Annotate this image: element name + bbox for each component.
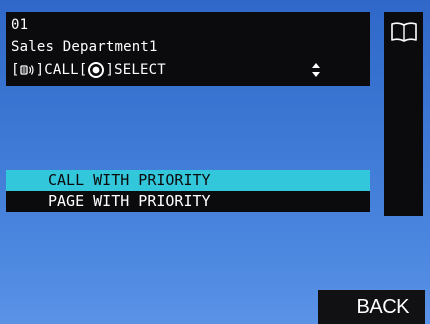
bracket-open-2: [: [78, 62, 88, 78]
select-hint-label: SELECT: [114, 62, 166, 78]
menu-item-call-with-priority[interactable]: CALL WITH PRIORITY: [6, 170, 370, 191]
bracket-close-2: ]: [105, 62, 115, 78]
screen: 01 Sales Department1 [ ] CALL [] SELECT…: [0, 0, 430, 324]
up-down-arrows-icon: [311, 63, 321, 80]
key-hint-line: [ ] CALL [ ] SELECT: [11, 61, 166, 79]
target-icon: [87, 62, 105, 78]
entry-number: 01: [11, 17, 29, 33]
book-icon[interactable]: [390, 21, 418, 43]
directory-entry-header: 01 Sales Department1 [ ] CALL [] SELECT: [6, 12, 370, 86]
entry-name: Sales Department1: [11, 39, 158, 55]
menu-item-page-with-priority[interactable]: PAGE WITH PRIORITY: [6, 191, 370, 212]
bracket-open: [: [11, 62, 20, 78]
speaker-icon: [19, 62, 36, 78]
phonebook-side-panel[interactable]: [384, 12, 423, 216]
bracket-close: ]: [35, 62, 45, 78]
priority-menu: CALL WITH PRIORITY PAGE WITH PRIORITY: [6, 170, 370, 212]
call-hint-label: CALL: [44, 62, 79, 78]
back-button[interactable]: BACK: [318, 290, 425, 324]
